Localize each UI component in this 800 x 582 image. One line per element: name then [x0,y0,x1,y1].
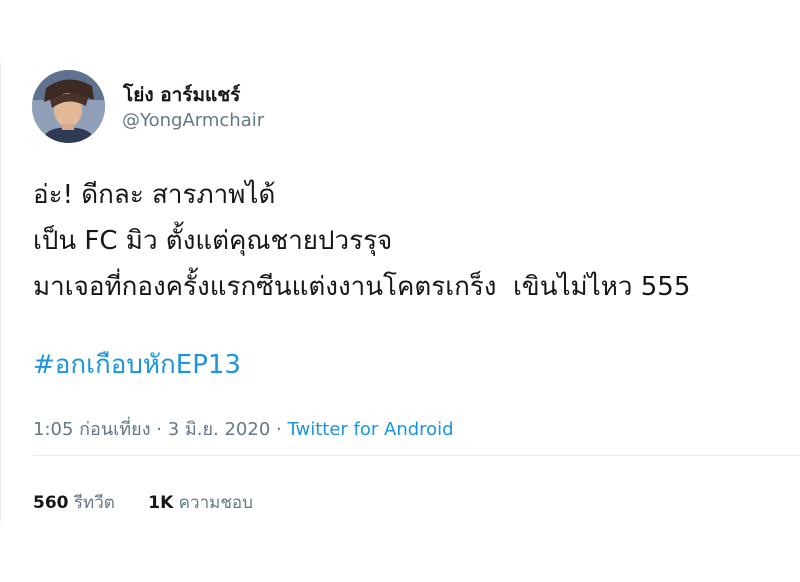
profile-photo-icon [32,70,105,143]
meta-separator: · [276,419,282,440]
tweet-time[interactable]: 1:05 ก่อนเที่ยง [33,419,151,440]
user-handle[interactable]: @YongArmchair [122,110,264,131]
tweet-meta: 1:05 ก่อนเที่ยง · 3 มิ.ย. 2020 · Twitter… [33,414,454,443]
tweet-date[interactable]: 3 มิ.ย. 2020 [168,419,271,440]
retweets-count: 560 [33,493,69,513]
display-name[interactable]: โย่ง อาร์มแชร์ [123,80,240,110]
tweet-card: โย่ง อาร์มแชร์ @YongArmchair อ่ะ! ดีกละ … [0,62,800,522]
retweets-label: รีทวีต [73,493,115,513]
tweet-text: อ่ะ! ดีกละ สารภาพได้ เป็น FC มิว ตั้งแต่… [33,172,690,310]
tweet-stats: 560 รีทวีต 1K ความชอบ [33,489,281,516]
tweet-text-line: มาเจอที่กองครั้งแรกซีนแต่งงานโคตรเกร็ง เ… [33,272,691,302]
divider [33,455,800,456]
retweets-stat[interactable]: 560 รีทวีต [33,489,115,516]
avatar[interactable] [32,70,105,143]
tweet-source-link[interactable]: Twitter for Android [287,419,453,440]
meta-separator: · [156,419,162,440]
tweet-text-line: เป็น FC มิว ตั้งแต่คุณชายปวรรุจ [33,226,393,256]
hashtag-link[interactable]: #อกเกือบหักEP13 [33,344,241,385]
likes-stat[interactable]: 1K ความชอบ [148,489,253,516]
likes-count: 1K [148,493,174,513]
tweet-text-line: อ่ะ! ดีกละ สารภาพได้ [33,180,276,210]
likes-label: ความชอบ [178,493,253,513]
